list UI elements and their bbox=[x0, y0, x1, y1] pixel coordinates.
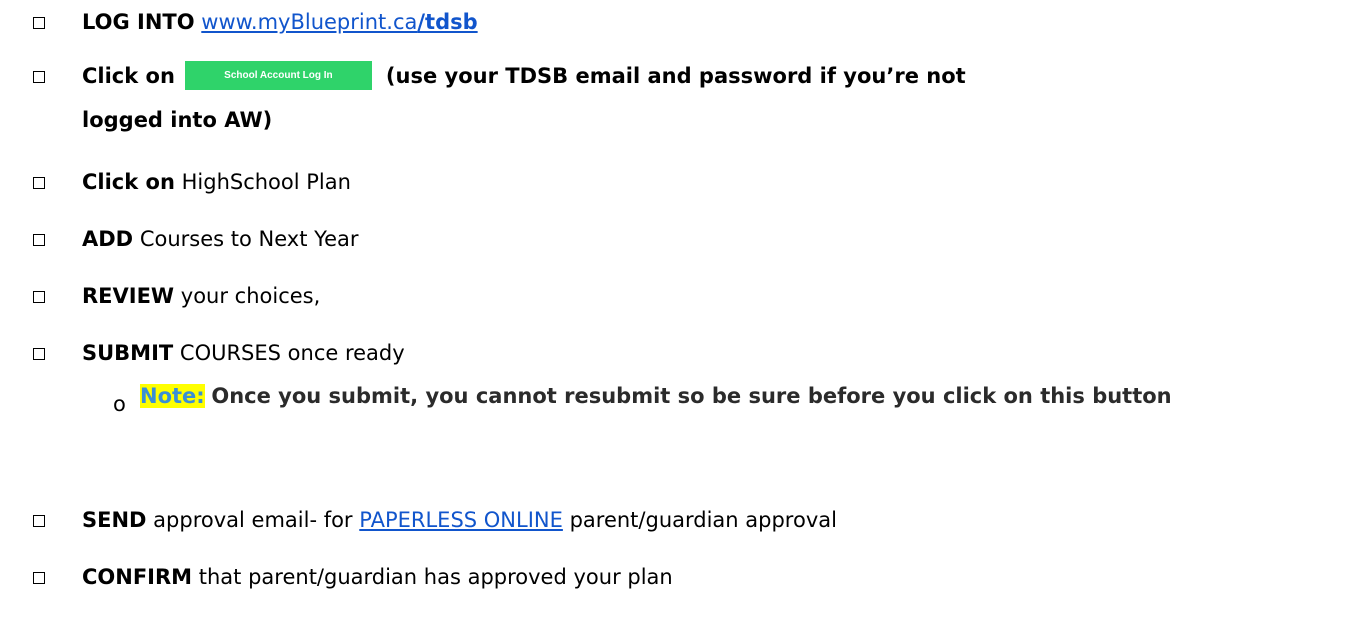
checkbox-icon[interactable] bbox=[33, 71, 45, 83]
checkbox-icon[interactable] bbox=[33, 515, 45, 527]
school-account-login-button[interactable]: School Account Log In bbox=[184, 60, 372, 90]
item-keyword: Click on bbox=[82, 64, 175, 88]
checkbox-icon[interactable] bbox=[33, 17, 45, 29]
checkbox-icon[interactable] bbox=[33, 348, 45, 360]
item-keyword: SUBMIT bbox=[82, 341, 174, 365]
paperless-online-link[interactable]: PAPERLESS ONLINE bbox=[359, 508, 563, 532]
item-keyword: ADD bbox=[82, 227, 134, 251]
myblueprint-link[interactable]: www.myBlueprint.ca/tdsb bbox=[201, 10, 477, 34]
item-text: approval email- for bbox=[153, 508, 353, 532]
item-text: that parent/guardian has approved your p… bbox=[198, 565, 673, 589]
item-keyword: REVIEW bbox=[82, 284, 175, 308]
item-text: Courses to Next Year bbox=[139, 227, 359, 251]
note-label: Note: bbox=[140, 384, 205, 408]
item-text: HighSchool Plan bbox=[181, 170, 351, 194]
item-text: your choices, bbox=[180, 284, 321, 308]
item-text: COURSES once ready bbox=[179, 341, 405, 365]
item-keyword: LOG INTO bbox=[82, 10, 195, 34]
checkbox-icon[interactable] bbox=[33, 291, 45, 303]
item-keyword: CONFIRM bbox=[82, 565, 193, 589]
item-instruction-line2: logged into AW) bbox=[82, 108, 273, 132]
checkbox-icon[interactable] bbox=[33, 572, 45, 584]
item-keyword: SEND bbox=[82, 508, 147, 532]
checkbox-icon[interactable] bbox=[33, 234, 45, 246]
item-instruction: (use your TDSB email and password if you… bbox=[385, 64, 966, 88]
checkbox-icon[interactable] bbox=[33, 177, 45, 189]
item-keyword: Click on bbox=[82, 170, 175, 194]
note-text: Once you submit, you cannot resubmit so … bbox=[211, 384, 1172, 408]
circle-bullet-icon: o bbox=[113, 392, 126, 416]
item-text-after: parent/guardian approval bbox=[569, 508, 837, 532]
